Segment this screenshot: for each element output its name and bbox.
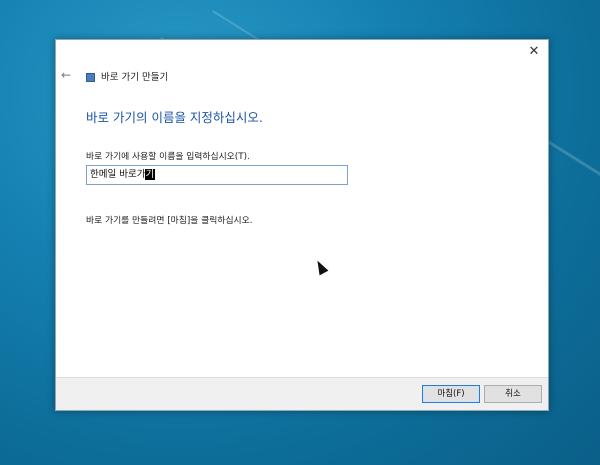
page-heading: 바로 가기의 이름을 지정하십시오. [86,110,263,125]
cancel-button[interactable]: 취소 [484,385,542,403]
back-arrow-icon: ← [61,68,72,82]
close-button[interactable]: ✕ [526,44,542,60]
name-prompt-label: 바로 가기에 사용할 이름을 입력하십시오(T). [86,152,250,162]
finish-hint: 바로 가기를 만들려면 [마침]을 클릭하십시오. [86,216,253,226]
input-selected-text: 기 [145,169,155,180]
create-shortcut-dialog: ✕ ← 바로 가기 만들기 바로 가기의 이름을 지정하십시오. 바로 가기에 … [55,39,549,411]
shortcut-name-input[interactable]: 한메일 바로가기 [86,165,348,185]
finish-button[interactable]: 마침(F) [422,385,480,403]
shortcut-wizard-icon [86,73,95,82]
text-caret [154,169,156,180]
input-text: 한메일 바로가 [90,169,146,180]
back-button[interactable]: ← [61,68,75,82]
wizard-title: 바로 가기 만들기 [101,72,169,83]
dialog-footer: 마침(F) 취소 [56,377,548,410]
close-icon: ✕ [528,44,540,59]
